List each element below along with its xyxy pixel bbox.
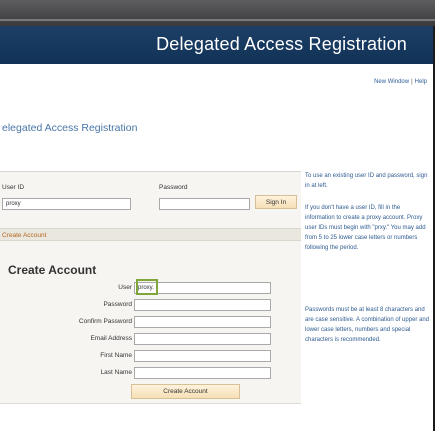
email-address-input[interactable]: [134, 333, 271, 345]
signin-password-label: Password: [159, 184, 188, 191]
user-label: User: [118, 284, 132, 291]
help-text-password: Passwords must be at least 8 characters …: [305, 307, 430, 343]
new-window-link[interactable]: New Window: [374, 79, 409, 85]
first-name-input[interactable]: [134, 350, 271, 362]
last-name-input[interactable]: [134, 367, 271, 379]
help-link[interactable]: Help: [415, 79, 427, 85]
utility-link-separator: |: [411, 79, 413, 85]
password-label: Password: [103, 301, 132, 308]
last-name-label: Last Name: [100, 369, 132, 376]
help-text-signin: To use an existing user ID and password,…: [305, 173, 428, 189]
signin-password-input[interactable]: [159, 198, 250, 210]
create-account-button[interactable]: Create Account: [131, 384, 240, 399]
help-text-user-id: If you don't have a user ID, fill in the…: [305, 205, 426, 251]
confirm-password-label: Confirm Password: [78, 318, 132, 325]
browser-frame: Delegated Access Registration New Window…: [0, 0, 435, 431]
panel-bottom-divider: [0, 403, 301, 404]
confirm-password-input[interactable]: [134, 316, 271, 328]
password-input[interactable]: [134, 299, 271, 311]
user-input[interactable]: [134, 282, 271, 294]
email-address-label: Email Address: [90, 335, 132, 342]
utility-links: New Window | Help: [374, 79, 427, 85]
signin-button[interactable]: Sign In: [255, 195, 297, 209]
form-label-column: User Password Confirm Password Email Add…: [0, 0, 132, 431]
first-name-label: First Name: [100, 352, 132, 359]
site-header-title: Delegated Access Registration: [156, 34, 407, 54]
